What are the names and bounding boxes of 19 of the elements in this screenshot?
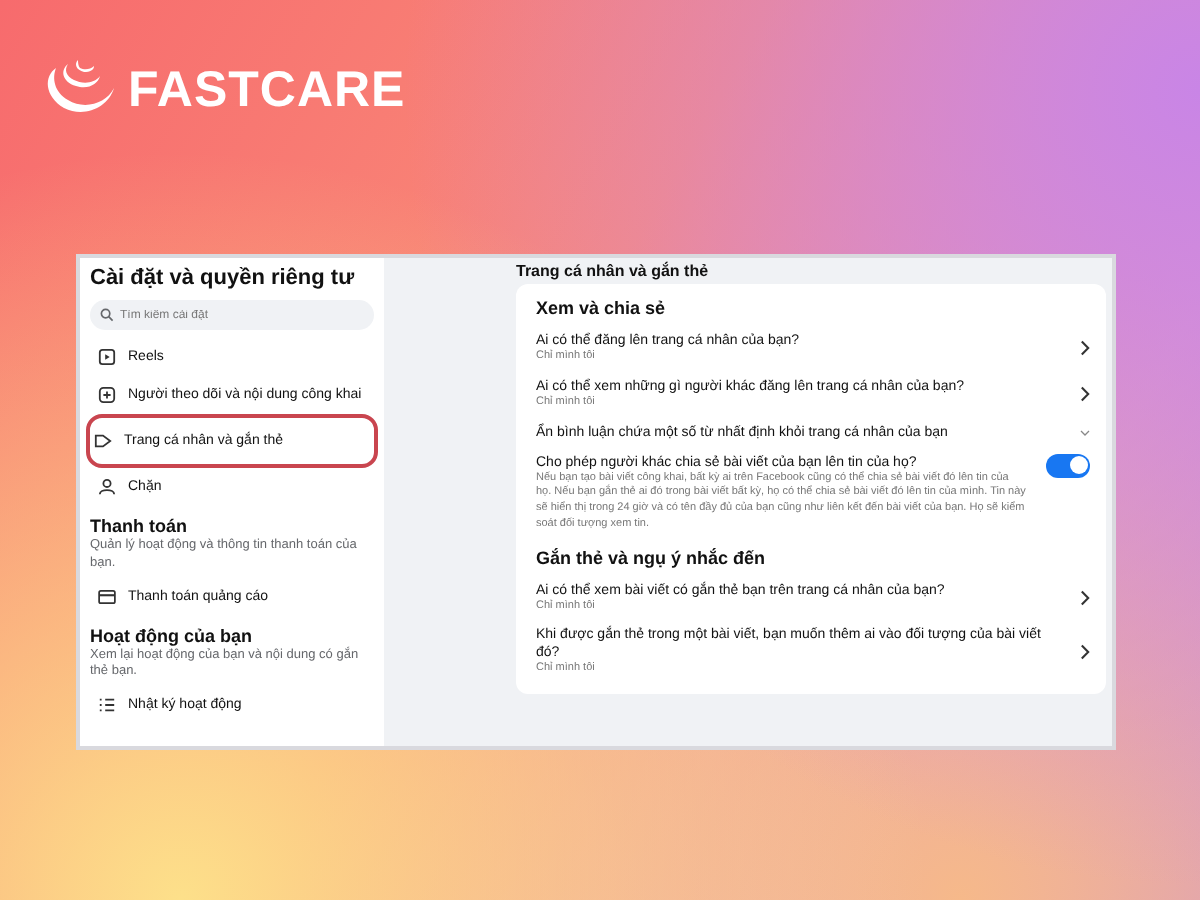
chevron-right-icon	[1080, 386, 1090, 403]
brand-name: FASTCARE	[128, 61, 406, 119]
chevron-right-icon	[1080, 644, 1090, 661]
section-title: Xem và chia sẻ	[536, 296, 668, 322]
section-heading: Thanh toán	[90, 516, 189, 536]
section-title: Gắn thẻ và ngụ ý nhắc đến	[536, 545, 768, 572]
sidebar-title: Cài đặt và quyền riêng tư	[90, 266, 357, 290]
toggle-switch[interactable]	[1046, 453, 1090, 478]
person-icon	[98, 478, 116, 496]
chevron-right-icon	[1080, 589, 1090, 606]
play-icon	[98, 348, 116, 366]
search-icon	[100, 308, 114, 322]
chevron-right-icon	[1080, 340, 1090, 357]
page-title: Trang cá nhân và gắn thẻ	[516, 259, 711, 284]
plus-icon	[98, 386, 116, 404]
section-heading: Hoạt động của bạn	[90, 625, 254, 646]
tag-icon	[94, 432, 112, 450]
card-icon	[98, 589, 116, 604]
list-icon	[98, 696, 116, 715]
